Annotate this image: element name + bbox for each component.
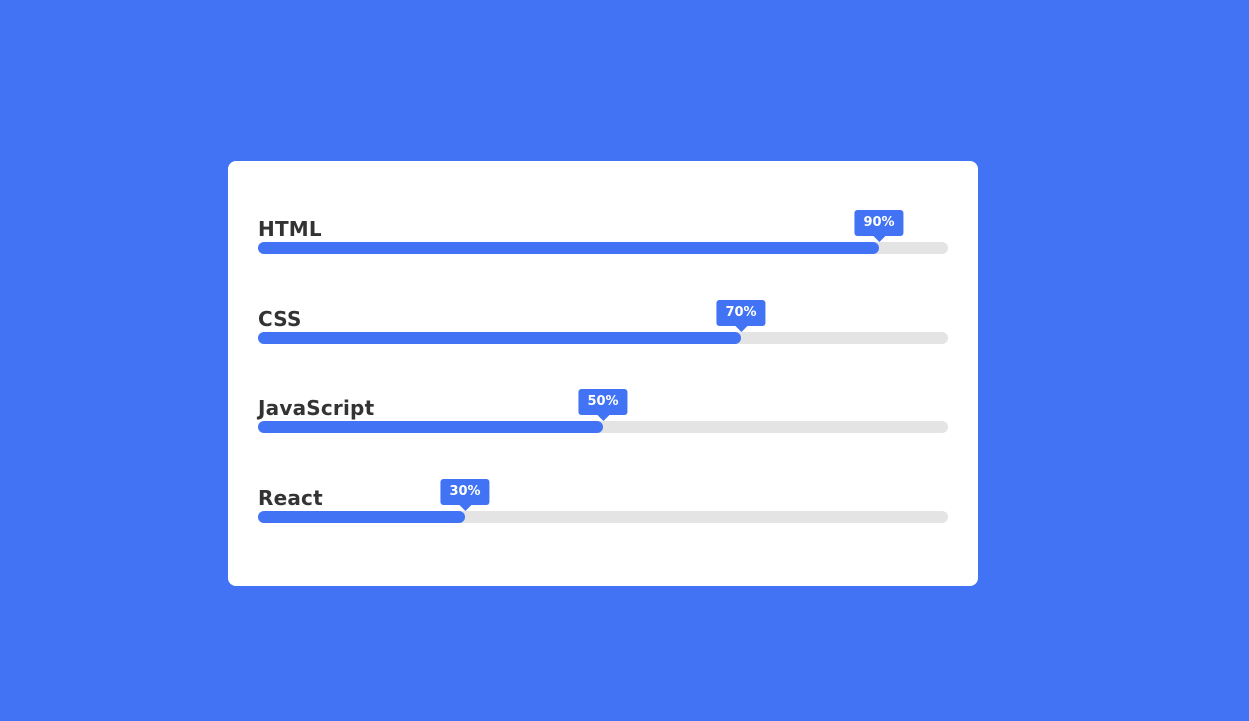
- percent-tooltip: 90%: [854, 210, 904, 242]
- progress-fill: [258, 421, 603, 433]
- skill-row-react: React 30%: [258, 479, 948, 546]
- progress-fill: [258, 242, 879, 254]
- skill-row-html: HTML 90%: [258, 210, 948, 277]
- skill-label: React: [258, 486, 323, 510]
- skills-card: HTML 90% CSS 70% JavaScript 50% React 30…: [228, 161, 978, 586]
- skill-label: CSS: [258, 307, 302, 331]
- progress-track: 50%: [258, 389, 948, 433]
- percent-tooltip: 70%: [716, 300, 766, 332]
- percent-tooltip: 30%: [440, 479, 490, 511]
- progress-fill: [258, 511, 465, 523]
- skill-row-css: CSS 70%: [258, 300, 948, 367]
- progress-track: 90%: [258, 210, 948, 254]
- progress-track: 30%: [258, 479, 948, 523]
- skill-label: JavaScript: [258, 396, 375, 420]
- skill-row-javascript: JavaScript 50%: [258, 389, 948, 456]
- progress-track: 70%: [258, 300, 948, 344]
- skill-label: HTML: [258, 217, 322, 241]
- percent-tooltip: 50%: [578, 389, 628, 421]
- progress-fill: [258, 332, 741, 344]
